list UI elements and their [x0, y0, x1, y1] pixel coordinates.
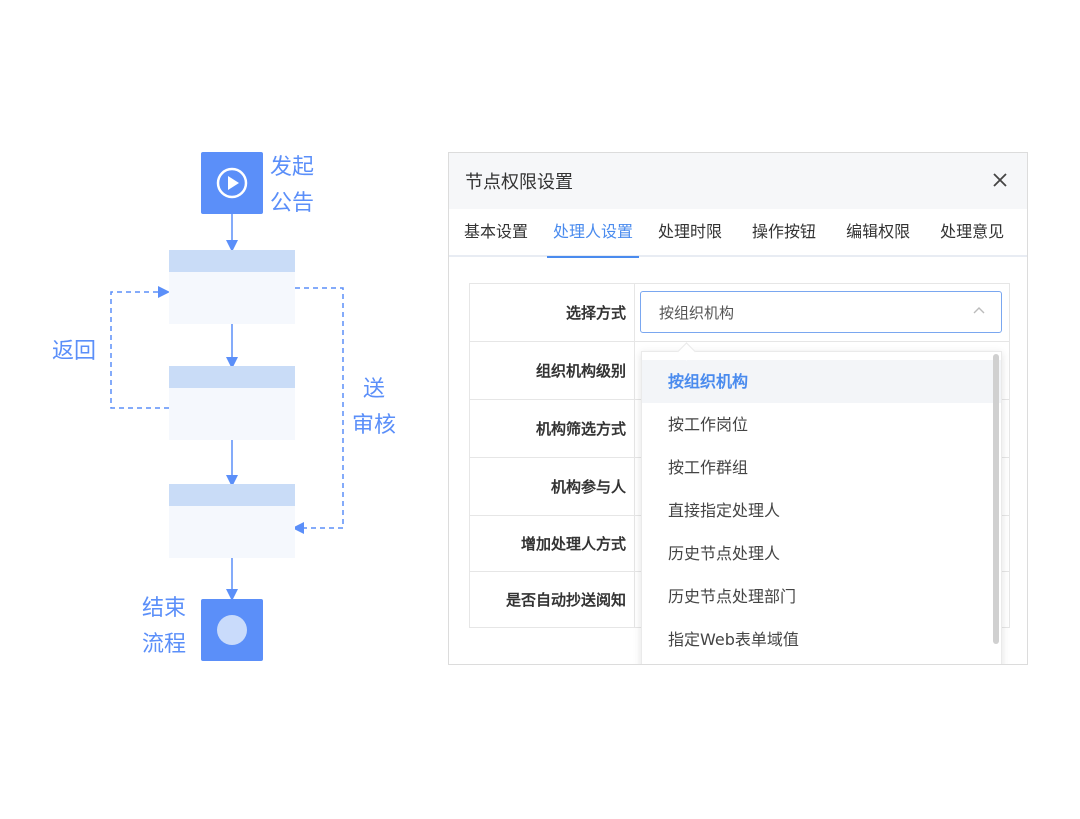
tab-handling-opinion[interactable]: 处理意见 — [940, 208, 1004, 256]
select-method-dropdown[interactable]: 按组织机构 — [640, 291, 1002, 333]
tab-handler-settings[interactable]: 处理人设置 — [547, 208, 640, 258]
send-review-loop — [292, 287, 344, 534]
start-node[interactable] — [201, 152, 263, 214]
step-node-1[interactable] — [169, 250, 295, 324]
form-label-org-level: 组织机构级别 — [469, 341, 635, 400]
form-label-select-method: 选择方式 — [469, 283, 635, 342]
form-label-auto-cc: 是否自动抄送阅知 — [469, 571, 635, 628]
step-header — [169, 250, 295, 272]
form-label-add-handler-method: 增加处理人方式 — [469, 515, 635, 572]
end-label-line1: 结束 — [142, 596, 187, 621]
step-node-3[interactable] — [169, 484, 295, 558]
tab-time-limit[interactable]: 处理时限 — [658, 208, 722, 256]
form-label-org-filter: 机构筛选方式 — [469, 399, 635, 458]
send-review-label: 送 审核 — [349, 372, 399, 444]
close-icon — [993, 173, 1007, 187]
dialog-title: 节点权限设置 — [465, 172, 573, 193]
step-node-2[interactable] — [169, 366, 295, 440]
node-permission-dialog: 节点权限设置 基本设置 处理人设置 处理时限 操作按钮 编辑权限 处理意见 选择… — [448, 152, 1028, 665]
step-header — [169, 484, 295, 506]
tab-edit-permissions[interactable]: 编辑权限 — [846, 208, 910, 256]
start-label-line1: 发起 — [270, 155, 315, 180]
tab-basic-settings[interactable]: 基本设置 — [464, 208, 528, 256]
chevron-up-icon — [973, 307, 985, 314]
return-label: 返回 — [52, 339, 97, 364]
end-label-line2: 流程 — [142, 632, 187, 657]
close-button[interactable] — [987, 167, 1013, 193]
select-method-options: 按组织机构 按工作岗位 按工作群组 直接指定处理人 历史节点处理人 历史节点处理… — [641, 342, 1002, 664]
send-label-line1: 送 — [362, 377, 385, 402]
play-icon — [216, 167, 248, 199]
step-header — [169, 366, 295, 388]
dialog-tabs: 基本设置 处理人设置 处理时限 操作按钮 编辑权限 处理意见 — [449, 208, 1027, 258]
start-label-line2: 公告 — [270, 191, 315, 216]
option-history-node-department[interactable]: 历史节点处理部门 — [642, 575, 1001, 618]
return-loop — [110, 286, 170, 409]
dropdown-scrollbar[interactable] — [993, 354, 999, 644]
tab-action-buttons[interactable]: 操作按钮 — [752, 208, 816, 256]
end-node[interactable] — [201, 599, 263, 661]
option-by-work-group[interactable]: 按工作群组 — [642, 446, 1001, 489]
option-web-form-field[interactable]: 指定Web表单域值 — [642, 618, 1001, 661]
option-by-job-position[interactable]: 按工作岗位 — [642, 403, 1001, 446]
start-label: 发起 公告 — [270, 150, 314, 222]
option-by-organization[interactable]: 按组织机构 — [642, 360, 1001, 403]
select-current-value: 按组织机构 — [659, 303, 735, 322]
option-history-node-handler[interactable]: 历史节点处理人 — [642, 532, 1001, 575]
option-direct-handler[interactable]: 直接指定处理人 — [642, 489, 1001, 532]
dialog-header: 节点权限设置 — [449, 153, 1027, 209]
workflow-diagram: 发起 公告 返回 送 审核 结束 流程 — [0, 0, 430, 819]
form-label-org-participants: 机构参与人 — [469, 457, 635, 516]
end-dot-icon — [217, 615, 247, 645]
end-label: 结束 流程 — [142, 591, 186, 663]
send-label-line2: 审核 — [351, 413, 396, 438]
